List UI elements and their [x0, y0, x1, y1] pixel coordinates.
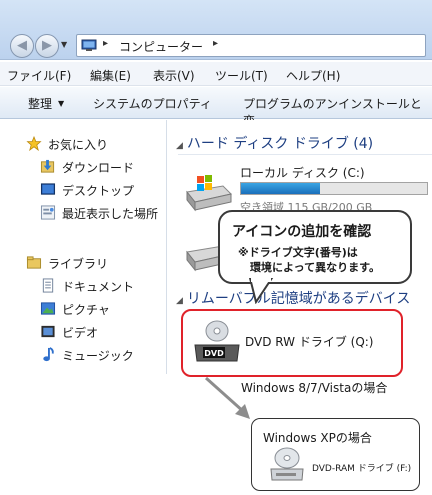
dvd-drive-highlight[interactable]: DVD DVD RW ドライブ (Q:) — [181, 309, 403, 377]
group-divider — [178, 154, 432, 155]
recent-places-icon — [40, 205, 56, 220]
sidebar-item-label: ビデオ — [62, 326, 99, 340]
menu-view[interactable]: 表示(V) — [153, 67, 195, 84]
libraries-icon — [26, 256, 42, 269]
menu-edit[interactable]: 編集(E) — [90, 67, 131, 84]
dvd-badge-text: DVD — [204, 349, 224, 358]
xp-drive-label: DVD-RAM ドライブ (F:) — [312, 464, 412, 474]
sidebar-item-label: ダウンロード — [62, 161, 135, 175]
disk-usage-fill — [241, 183, 321, 194]
music-note-icon — [43, 347, 54, 362]
downloads-folder-icon — [40, 159, 55, 173]
group-title-label: リムーバブル記憶域があるデバイス — [186, 291, 411, 307]
collapse-triangle-icon[interactable]: ◢ — [176, 296, 183, 306]
xp-title: Windows XPの場合 — [263, 431, 372, 445]
group-title-label: ハード ディスク ドライブ (4) — [186, 136, 374, 152]
callout-note: 環境によって異なります。 — [250, 261, 381, 274]
recent-pages-dropdown-icon[interactable]: ▼ — [61, 40, 67, 49]
address-bar[interactable]: ▸ コンピューター ▸ — [76, 34, 426, 57]
system-properties-button[interactable]: システムのプロパティ — [93, 95, 212, 112]
videos-icon — [41, 325, 55, 338]
star-icon — [26, 136, 42, 151]
organize-dropdown-icon[interactable]: ▼ — [58, 99, 64, 108]
cd-drive-icon — [270, 447, 304, 481]
forward-button[interactable]: ▶ — [35, 34, 59, 58]
callout-title: アイコンの追加を確認 — [232, 224, 372, 240]
menu-tools[interactable]: ツール(T) — [215, 67, 268, 84]
menu-file[interactable]: ファイル(F) — [7, 67, 71, 84]
callout-bubble: アイコンの追加を確認 ※ドライブ文字(番号)は 環境によって異なります。 — [218, 210, 412, 284]
sidebar-item-label: デスクトップ — [62, 184, 135, 198]
callout-note: ※ドライブ文字(番号)は — [238, 246, 358, 259]
sidebar-item-label: 最近表示した場所 — [62, 207, 159, 221]
local-disk-name: ローカル ディスク (C:) — [240, 166, 365, 180]
computer-icon — [81, 39, 97, 51]
organize-button[interactable]: 整理 — [28, 95, 52, 112]
sidebar-item-label: ドキュメント — [62, 280, 135, 294]
address-chevron-icon[interactable]: ▸ — [213, 38, 218, 49]
down-arrow-icon — [204, 376, 250, 419]
address-separator-icon[interactable]: ▸ — [103, 38, 108, 49]
group-hard-disk-drives[interactable]: ◢ ハード ディスク ドライブ (4) — [176, 133, 373, 153]
sidebar-item-label: ライブラリ — [48, 257, 109, 271]
menu-help[interactable]: ヘルプ(H) — [286, 67, 340, 84]
documents-icon — [42, 278, 54, 293]
command-bar: 整理 ▼ システムのプロパティ プログラムのアンインストールと変 — [0, 87, 432, 128]
sidebar-item-label: ミュージック — [62, 349, 134, 363]
dvd-drive-label: DVD RW ドライブ (Q:) — [245, 335, 374, 349]
callout-tail — [248, 278, 274, 304]
navigation-pane: お気に入り ダウンロード デスクトップ 最近表示した場所 ライブラリ ドキュメン… — [0, 120, 167, 374]
title-area: ◀ ▶ ▼ ▸ コンピューター ▸ — [0, 0, 432, 60]
disk-usage-bar — [240, 182, 428, 195]
address-path[interactable]: コンピューター — [119, 38, 203, 55]
pictures-icon — [40, 302, 56, 315]
collapse-triangle-icon[interactable]: ◢ — [176, 141, 183, 151]
back-button[interactable]: ◀ — [10, 34, 34, 58]
dvd-drive-icon: DVD — [194, 320, 240, 362]
menu-bar: ファイル(F) 編集(E) 表示(V) ツール(T) ヘルプ(H) — [0, 62, 432, 86]
sidebar-item-label: お気に入り — [48, 138, 109, 152]
group-removable-storage[interactable]: ◢ リムーバブル記憶域があるデバイス — [176, 288, 410, 308]
windows-xp-example: Windows XPの場合 DVD-RAM ドライブ (F:) — [251, 418, 420, 491]
sidebar-item-label: ピクチャ — [62, 303, 110, 317]
desktop-icon — [40, 183, 56, 195]
hard-drive-icon — [186, 175, 232, 212]
os-caption: Windows 8/7/Vistaの場合 — [241, 381, 388, 395]
